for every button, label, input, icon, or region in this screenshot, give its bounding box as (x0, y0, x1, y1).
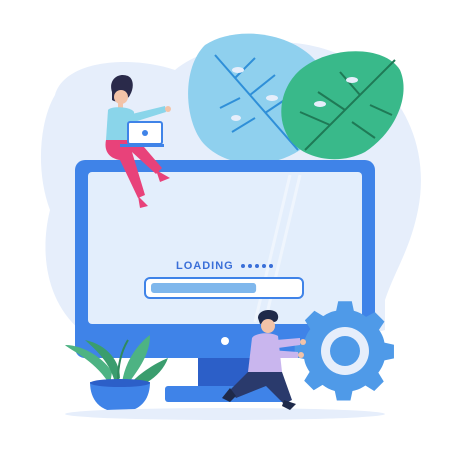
monitor-base (165, 386, 285, 402)
ground-shadow (65, 408, 385, 420)
loading-label: LOADING (176, 260, 234, 272)
progress-fill (151, 283, 257, 293)
power-dot (221, 337, 229, 345)
loading-progress-bar (144, 277, 304, 299)
loading-illustration: LOADING (0, 0, 450, 450)
monitor-screen (88, 172, 362, 324)
illustration-canvas: LOADING (40, 33, 421, 420)
